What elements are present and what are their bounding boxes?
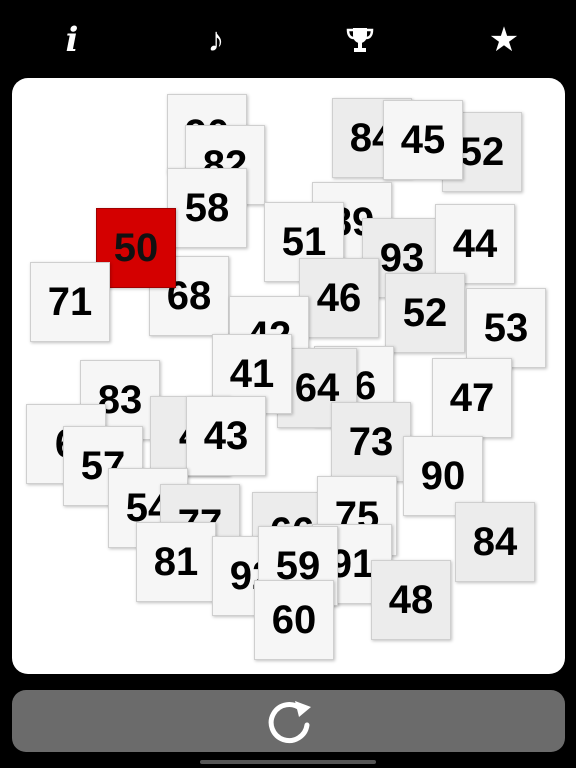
star-icon: ★ bbox=[488, 21, 520, 59]
home-indicator bbox=[200, 760, 376, 764]
number-tile[interactable]: 58 bbox=[167, 168, 247, 248]
number-tile[interactable]: 81 bbox=[136, 522, 216, 602]
number-tile[interactable]: 53 bbox=[466, 288, 546, 368]
top-toolbar: i ♪ ★ bbox=[0, 0, 576, 78]
game-board: 90 82 58 84 52 45 89 93 51 44 68 50 71 4… bbox=[12, 78, 565, 674]
music-note-icon: ♪ bbox=[207, 21, 225, 59]
info-icon: i bbox=[65, 20, 79, 60]
number-tile[interactable]: 84 bbox=[455, 502, 535, 582]
music-button[interactable]: ♪ bbox=[194, 18, 238, 62]
number-tile[interactable]: 71 bbox=[30, 262, 110, 342]
trophy-button[interactable] bbox=[338, 18, 382, 62]
trophy-icon bbox=[346, 28, 374, 52]
number-tile[interactable]: 48 bbox=[371, 560, 451, 640]
number-tile[interactable]: 73 bbox=[331, 402, 411, 482]
number-tile[interactable]: 45 bbox=[383, 100, 463, 180]
number-tile[interactable]: 46 bbox=[299, 258, 379, 338]
star-button[interactable]: ★ bbox=[482, 18, 526, 62]
number-tile[interactable]: 43 bbox=[186, 396, 266, 476]
info-button[interactable]: i bbox=[50, 18, 94, 62]
number-tile[interactable]: 47 bbox=[432, 358, 512, 438]
refresh-icon bbox=[268, 701, 311, 744]
number-tile[interactable]: 44 bbox=[435, 204, 515, 284]
number-tile[interactable]: 60 bbox=[254, 580, 334, 660]
number-tile[interactable]: 52 bbox=[385, 273, 465, 353]
restart-button[interactable] bbox=[12, 690, 565, 752]
